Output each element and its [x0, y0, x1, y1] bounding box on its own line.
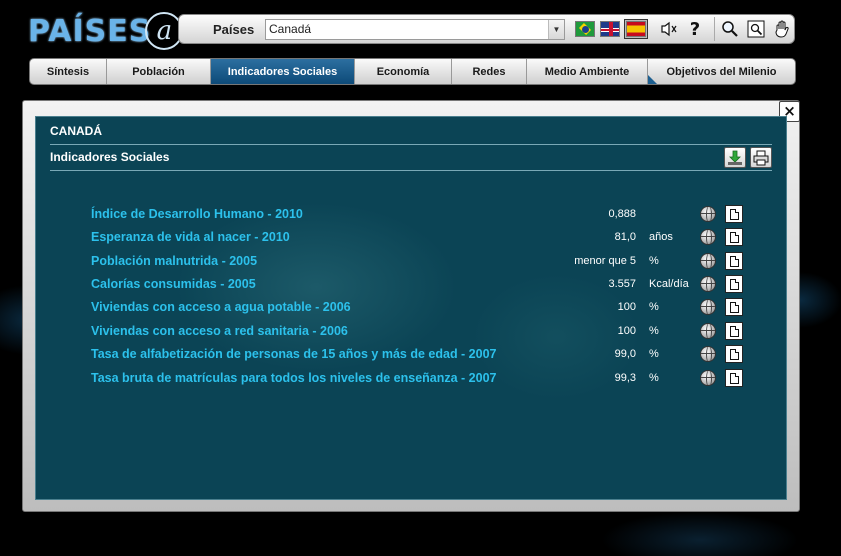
- indicator-value: 3.557: [608, 278, 636, 290]
- country-title: CANADÁ: [50, 124, 102, 138]
- indicator-value: menor que 5: [574, 255, 636, 267]
- tab-indicadores-sociales[interactable]: Indicadores Sociales: [211, 59, 355, 84]
- speaker-icon[interactable]: [658, 18, 680, 40]
- document-icon[interactable]: [725, 322, 743, 340]
- pan-hand-icon[interactable]: [771, 18, 793, 40]
- indicator-row: Viviendas con acceso a agua potable - 20…: [0, 298, 841, 318]
- divider: [50, 170, 772, 171]
- indicator-unit: %: [649, 348, 659, 360]
- document-icon[interactable]: [725, 369, 743, 387]
- indicator-row: Índice de Desarrollo Humano - 2010 0,888: [0, 205, 841, 225]
- indicator-row: Esperanza de vida al nacer - 2010 81,0 a…: [0, 228, 841, 248]
- tab-medio-ambiente[interactable]: Medio Ambiente: [527, 59, 648, 84]
- spain-flag-button[interactable]: [624, 19, 648, 39]
- indicator-row: Tasa de alfabetización de personas de 15…: [0, 345, 841, 365]
- tab-label: Indicadores Sociales: [227, 65, 338, 78]
- tab-label: Síntesis: [46, 65, 90, 78]
- tab-redes[interactable]: Redes: [452, 59, 527, 84]
- tab-label: Población: [132, 65, 185, 78]
- globe-icon[interactable]: [700, 229, 716, 245]
- zoom-area-icon[interactable]: [745, 18, 767, 40]
- chevron-down-icon[interactable]: ▼: [548, 19, 564, 39]
- indicator-value: 81,0: [614, 231, 636, 243]
- uk-flag-icon[interactable]: [600, 21, 620, 37]
- indicator-link[interactable]: Índice de Desarrollo Humano - 2010: [91, 207, 303, 221]
- globe-icon[interactable]: [700, 346, 716, 362]
- country-select[interactable]: Canadá ▼: [265, 18, 565, 40]
- globe-icon[interactable]: [700, 323, 716, 339]
- indicator-unit: Kcal/día: [649, 278, 689, 290]
- country-select-value: Canadá: [269, 22, 312, 36]
- document-icon[interactable]: [725, 275, 743, 293]
- tab-objetivos-del-milenio[interactable]: Objetivos del Milenio: [648, 59, 795, 84]
- document-icon[interactable]: [725, 252, 743, 270]
- document-icon[interactable]: [725, 205, 743, 223]
- tab-label: Economía: [376, 65, 430, 78]
- globe-icon[interactable]: [700, 253, 716, 269]
- zoom-icon[interactable]: [719, 18, 741, 40]
- indicator-row: Viviendas con acceso a red sanitaria - 2…: [0, 322, 841, 342]
- indicator-link[interactable]: Viviendas con acceso a red sanitaria - 2…: [91, 324, 348, 338]
- tab-label: Redes: [472, 65, 506, 78]
- top-toolbar: Países Canadá ▼ ?: [178, 14, 795, 44]
- indicator-row: Calorías consumidas - 2005 3.557 Kcal/dí…: [0, 275, 841, 295]
- main-tabs: Síntesis Población Indicadores Sociales …: [29, 58, 796, 85]
- divider: [50, 144, 772, 145]
- indicator-link[interactable]: Tasa bruta de matrículas para todos los …: [91, 371, 496, 385]
- section-title: Indicadores Sociales: [50, 150, 170, 164]
- logo-text: PAÍSES: [28, 13, 152, 49]
- indicator-value: 99,0: [614, 348, 636, 360]
- indicator-link[interactable]: Esperanza de vida al nacer - 2010: [91, 230, 290, 244]
- globe-icon[interactable]: [700, 299, 716, 315]
- paises-logo: PAÍSES a: [28, 10, 188, 52]
- globe-icon[interactable]: [700, 370, 716, 386]
- indicator-link[interactable]: Calorías consumidas - 2005: [91, 277, 256, 291]
- spain-flag-icon: [626, 21, 646, 37]
- indicator-link[interactable]: Población malnutrida - 2005: [91, 254, 257, 268]
- indicator-unit: %: [649, 301, 659, 313]
- tab-economia[interactable]: Economía: [355, 59, 452, 84]
- indicator-link[interactable]: Viviendas con acceso a agua potable - 20…: [91, 300, 351, 314]
- indicator-value: 100: [617, 301, 636, 313]
- document-icon[interactable]: [725, 298, 743, 316]
- document-icon[interactable]: [725, 345, 743, 363]
- globe-icon[interactable]: [700, 206, 716, 222]
- indicator-row: Tasa bruta de matrículas para todos los …: [0, 369, 841, 389]
- countries-label: Países: [213, 21, 255, 37]
- help-icon[interactable]: ?: [684, 18, 706, 40]
- download-icon[interactable]: [724, 147, 746, 168]
- print-icon[interactable]: [750, 147, 772, 168]
- indicator-link[interactable]: Tasa de alfabetización de personas de 15…: [91, 347, 497, 361]
- indicator-row: Población malnutrida - 2005 menor que 5 …: [0, 252, 841, 272]
- globe-icon[interactable]: [700, 276, 716, 292]
- tab-poblacion[interactable]: Población: [107, 59, 211, 84]
- indicator-unit: años: [649, 231, 673, 243]
- brazil-flag-icon[interactable]: [575, 21, 595, 37]
- tab-label: Objetivos del Milenio: [666, 65, 777, 78]
- tab-corner-marker: [648, 75, 657, 84]
- indicator-value: 100: [617, 325, 636, 337]
- indicator-unit: %: [649, 325, 659, 337]
- indicator-value: 99,3: [614, 372, 636, 384]
- indicator-unit: %: [649, 372, 659, 384]
- tab-sintesis[interactable]: Síntesis: [30, 59, 107, 84]
- document-icon[interactable]: [725, 228, 743, 246]
- indicator-unit: %: [649, 255, 659, 267]
- tab-label: Medio Ambiente: [544, 65, 630, 78]
- toolbar-divider: [714, 17, 715, 41]
- indicator-value: 0,888: [608, 208, 636, 220]
